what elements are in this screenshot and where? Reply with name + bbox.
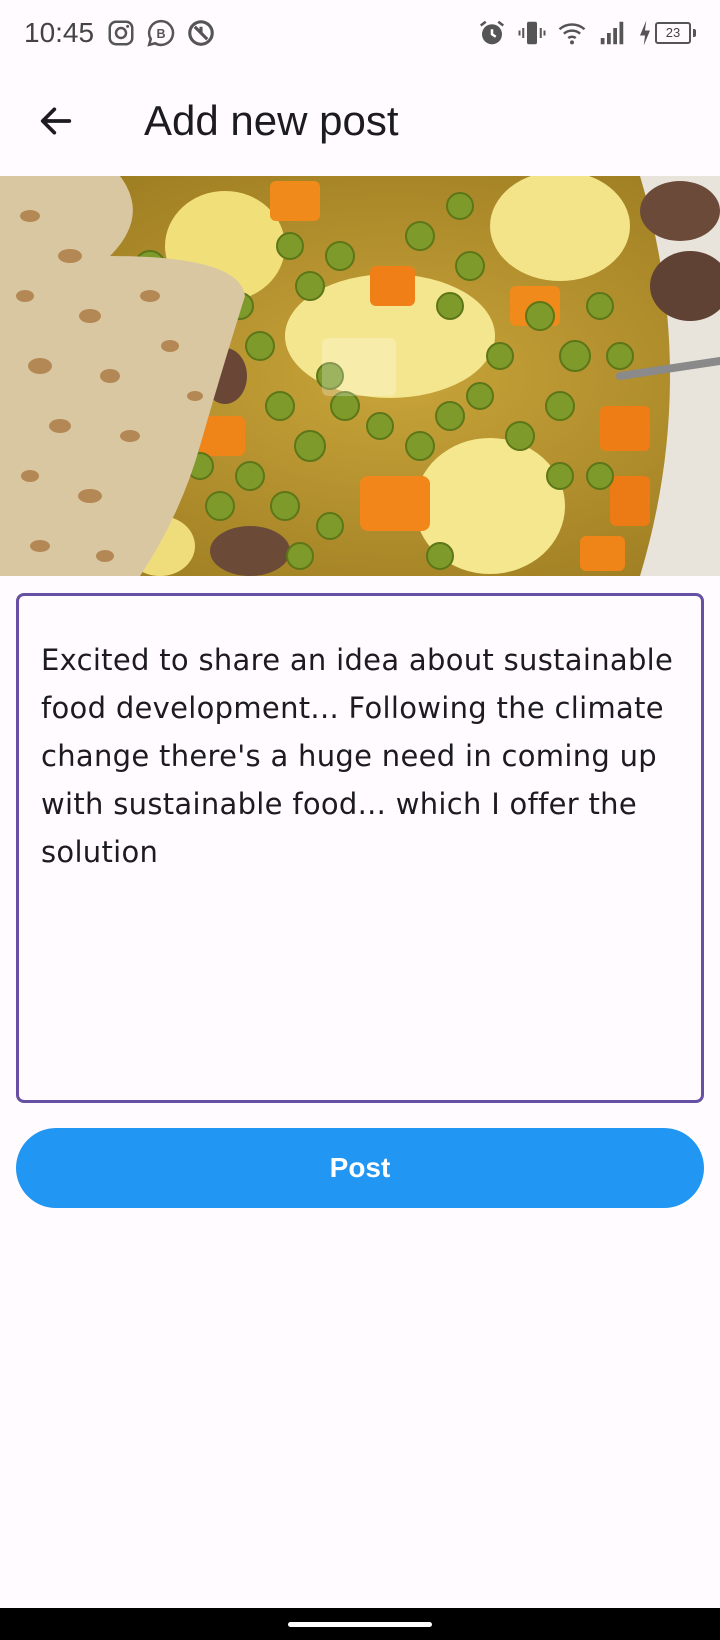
battery-level: 23 xyxy=(655,22,691,44)
alarm-icon xyxy=(477,18,507,48)
status-bar: 10:45 B 23 xyxy=(0,0,720,66)
status-left: 10:45 B xyxy=(24,17,216,49)
battery-cap xyxy=(693,29,696,37)
post-text-field[interactable]: Excited to share an idea about sustainab… xyxy=(16,593,704,1103)
app-bar: Add new post xyxy=(0,66,720,176)
vibrate-icon xyxy=(517,18,547,48)
back-button[interactable] xyxy=(24,89,88,153)
battery-indicator: 23 xyxy=(637,18,696,48)
post-button[interactable]: Post xyxy=(16,1128,704,1208)
arrow-back-icon xyxy=(40,107,72,135)
page-title: Add new post xyxy=(144,97,399,144)
wifi-icon xyxy=(557,18,587,48)
post-text-input[interactable]: Excited to share an idea about sustainab… xyxy=(41,636,679,1080)
home-gesture-handle[interactable] xyxy=(288,1622,432,1627)
svg-text:B: B xyxy=(157,27,166,41)
business-chat-icon: B xyxy=(146,18,176,48)
data-saver-icon xyxy=(186,18,216,48)
instagram-icon xyxy=(106,18,136,48)
food-photo xyxy=(0,176,720,576)
status-time: 10:45 xyxy=(24,17,95,48)
navigation-bar xyxy=(0,1608,720,1640)
signal-icon xyxy=(597,18,627,48)
charging-icon xyxy=(637,18,653,48)
post-image[interactable] xyxy=(0,176,720,576)
status-right: 23 xyxy=(477,18,696,48)
